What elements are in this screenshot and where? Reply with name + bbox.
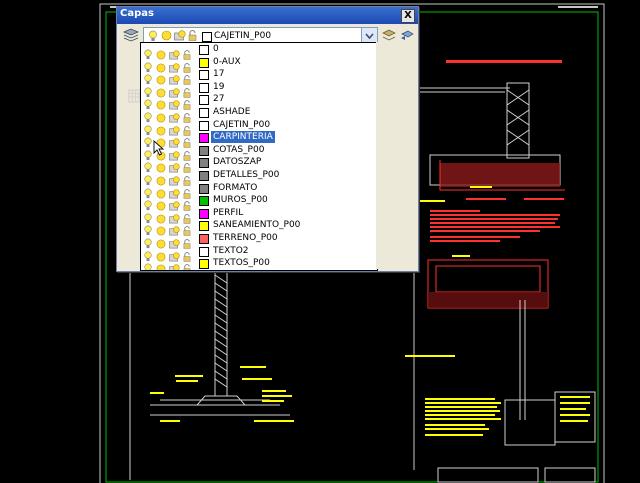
layer-name: MUROS_P00 (213, 195, 268, 206)
layer-color-swatch[interactable] (199, 171, 209, 181)
layer-name: COTAS_P00 (213, 144, 265, 155)
layer-color-swatch[interactable] (199, 133, 209, 144)
layer-name: 27 (213, 94, 225, 105)
layer-previous-icon[interactable] (400, 28, 414, 42)
layer-name: TERRENO_P00 (213, 233, 278, 243)
layer-color-swatch[interactable] (199, 57, 209, 68)
layer-color-swatch[interactable] (199, 70, 209, 81)
layer-row[interactable]: CARPINTERIA (141, 131, 377, 148)
layer-row[interactable]: ASHADE (141, 106, 377, 123)
lightbulb-on-icon (149, 30, 157, 41)
layer-color-swatch[interactable] (199, 208, 209, 219)
layer-row[interactable]: SANEAMIENTO_P00 (141, 219, 377, 237)
snap-grid-icon[interactable] (128, 88, 140, 104)
layer-row[interactable]: DATOSZAP (141, 156, 377, 174)
layer-color-swatch[interactable] (199, 246, 209, 257)
sun-thaw-icon[interactable] (156, 259, 166, 270)
layer-name: CARPINTERIA (211, 131, 275, 144)
layer-color-swatch[interactable] (199, 259, 209, 270)
layer-dropdown-list[interactable]: 0 0-AUX 17 19 27 ASHADE CAJETIN_P00 CARPINTERIA… (140, 42, 378, 271)
layer-row[interactable]: MUROS_P00 (141, 194, 377, 211)
layer-color-swatch[interactable] (199, 145, 209, 156)
panel-title: Capas (120, 8, 154, 19)
layer-name: 0-AUX (213, 56, 241, 67)
viewport-freeze-icon[interactable] (169, 259, 180, 270)
lock-open-icon (188, 30, 197, 41)
layer-name: SANEAMIENTO_P00 (213, 220, 301, 231)
layer-name: DETALLES_P00 (213, 170, 280, 180)
close-button[interactable]: X (401, 9, 415, 23)
lightbulb-on-icon[interactable] (143, 259, 153, 270)
layer-color-swatch[interactable] (199, 221, 209, 232)
layer-row[interactable]: 27 (141, 93, 377, 111)
layer-color-swatch[interactable] (199, 95, 209, 106)
layers-stack-icon[interactable] (123, 28, 139, 42)
layer-row[interactable]: 17 (141, 68, 377, 85)
layer-color-swatch[interactable] (199, 45, 209, 55)
lock-open-icon[interactable] (183, 259, 191, 270)
layer-row[interactable]: TEXTOS_P00 (141, 257, 377, 270)
layer-name: 17 (213, 69, 225, 80)
layer-color-swatch[interactable] (199, 108, 209, 118)
layers-toolbar-panel: Capas X CAJETIN_P00 0 0-AUX 17 19 27 ASH… (116, 6, 419, 272)
panel-titlebar[interactable]: Capas X (117, 7, 418, 24)
layer-color-swatch[interactable] (199, 234, 209, 244)
layer-name: TEXTO2 (213, 245, 249, 256)
layer-color-swatch[interactable] (199, 82, 209, 93)
layer-row[interactable]: DETALLES_P00 (141, 169, 377, 186)
layer-name: ASHADE (213, 107, 251, 117)
layer-name: TEXTOS_P00 (213, 258, 270, 269)
layer-name: PERFIL (213, 207, 244, 218)
layer-row[interactable]: PERFIL (141, 207, 377, 224)
list-scrollbar[interactable] (376, 42, 382, 269)
layer-row[interactable]: FORMATO (141, 182, 377, 199)
mouse-cursor-icon (153, 140, 165, 156)
layer-row[interactable]: TEXTO2 (141, 245, 377, 262)
layer-row[interactable]: 0-AUX (141, 56, 377, 73)
layer-name: DATOSZAP (213, 157, 262, 168)
layer-color-swatch[interactable] (199, 183, 209, 194)
layer-row[interactable]: COTAS_P00 (141, 144, 377, 161)
layer-color-swatch[interactable] (199, 196, 209, 207)
layer-row[interactable]: 0 (141, 43, 377, 60)
layer-row[interactable]: CAJETIN_P00 (141, 119, 377, 136)
layer-row[interactable]: 19 (141, 81, 377, 98)
layer-color-swatch[interactable] (199, 120, 209, 131)
layer-name: 0 (213, 44, 219, 54)
make-object-layer-current-icon[interactable] (382, 28, 396, 42)
layer-name: 19 (213, 81, 225, 92)
layer-name: FORMATO (213, 182, 258, 193)
layer-row[interactable]: TERRENO_P00 (141, 232, 377, 249)
viewport-freeze-icon (174, 30, 186, 41)
layer-color-swatch[interactable] (199, 158, 209, 169)
current-layer-color-swatch (202, 32, 212, 42)
layer-name: CAJETIN_P00 (213, 119, 271, 130)
sun-thaw-icon (161, 30, 172, 41)
